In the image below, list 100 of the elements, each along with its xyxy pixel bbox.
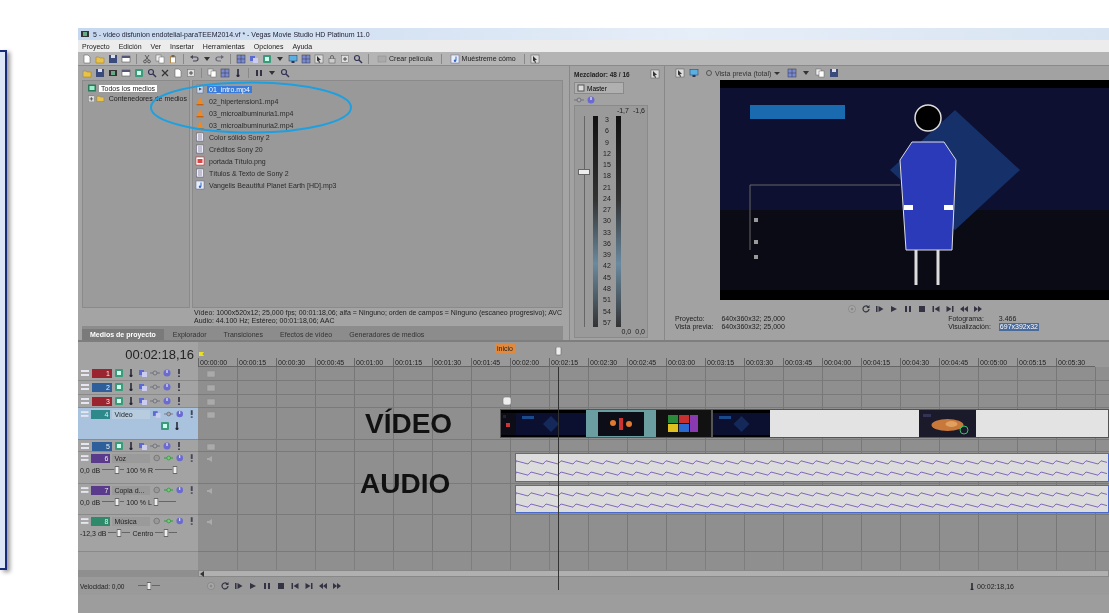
circle-icon [705,69,713,77]
slider-thumb[interactable] [116,529,122,537]
step-back-icon[interactable] [318,581,328,591]
caret-icon [773,69,782,77]
mute-icon[interactable] [175,453,185,463]
scroll-left-icon[interactable] [199,570,205,577]
overlay-icon[interactable] [787,68,798,78]
save-frame-icon[interactable] [829,68,840,78]
insert-icon[interactable] [675,68,685,78]
capture-icon[interactable] [108,68,118,78]
document-icon [195,144,205,154]
monitor-icon[interactable] [288,53,298,64]
grid-icon[interactable] [236,53,246,64]
help-pointer-icon[interactable] [529,53,540,64]
play-from-start-icon[interactable] [874,303,885,314]
play-from-start-icon[interactable] [234,581,244,591]
pause-icon[interactable] [902,303,913,314]
effects-icon[interactable] [114,368,124,378]
effects-icon[interactable] [114,441,124,451]
previous-icon[interactable] [290,581,300,591]
image-file-icon [195,156,205,166]
slider-thumb[interactable] [114,466,120,474]
slider-thumb[interactable] [164,529,169,537]
effects-icon[interactable] [262,53,272,64]
effects-icon[interactable] [134,68,144,78]
paste-icon[interactable] [168,53,178,64]
slider-thumb[interactable] [153,498,159,506]
audio-event[interactable] [515,485,1109,513]
play-icon[interactable] [248,581,258,591]
columns-icon[interactable] [254,68,264,78]
mute-icon[interactable] [175,516,185,526]
effects-icon[interactable] [114,396,124,406]
video-event[interactable] [712,409,1109,438]
slider-thumb[interactable] [146,582,152,590]
mute-icon[interactable] [162,382,172,392]
search-icon[interactable] [353,53,363,64]
step-back-icon[interactable] [958,303,969,314]
copy-icon[interactable] [207,68,217,78]
next-icon[interactable] [304,581,314,591]
composite-icon[interactable] [138,441,148,451]
audio-event[interactable] [515,453,1109,482]
playhead-handle[interactable] [555,347,562,356]
stop-icon[interactable] [916,303,927,314]
horizontal-scrollbar[interactable] [198,570,1109,577]
loop-icon[interactable] [220,581,230,591]
search-icon[interactable] [280,68,290,78]
fader-thumb[interactable] [578,169,590,176]
composite-icon[interactable] [138,396,148,406]
collapse-icon[interactable] [80,396,90,406]
previous-icon[interactable] [930,303,941,314]
step-forward-icon[interactable] [332,581,342,591]
expand-icon[interactable] [87,94,94,102]
collapse-icon[interactable] [80,453,90,463]
mute-icon[interactable] [162,368,172,378]
mute-icon[interactable] [586,94,596,105]
copy-frame-icon[interactable] [815,68,826,78]
folder-icon [96,93,105,103]
collapse-icon[interactable] [80,441,90,451]
collapse-icon[interactable] [80,368,90,378]
next-icon[interactable] [944,303,955,314]
mute-icon[interactable] [162,441,172,451]
loop-icon[interactable] [860,303,871,314]
collapse-icon[interactable] [80,485,90,495]
effects-icon[interactable] [114,382,124,392]
overlay-label: AUDIO [360,469,451,499]
monitor-icon[interactable] [689,68,699,78]
properties-icon[interactable] [173,68,183,78]
collapse-icon[interactable] [80,516,90,526]
stop-icon[interactable] [276,581,286,591]
pause-icon[interactable] [262,581,272,591]
mute-icon[interactable] [162,396,172,406]
composite-icon[interactable] [138,368,148,378]
save-icon[interactable] [95,68,105,78]
video-file-icon [195,84,205,94]
window-icon[interactable] [121,53,131,64]
document-icon [195,168,205,178]
undo-icon[interactable] [189,53,199,64]
composite-icon[interactable] [152,409,162,419]
mute-icon[interactable] [175,485,185,495]
marker-icon [967,582,975,590]
slider-thumb[interactable] [114,498,120,506]
play-icon[interactable] [888,303,899,314]
effects-icon[interactable] [160,421,170,431]
search-icon[interactable] [147,68,157,78]
insert-icon[interactable] [650,69,660,79]
delete-icon[interactable] [160,68,170,78]
step-forward-icon[interactable] [972,303,983,314]
new-file-icon[interactable] [82,53,92,64]
slider-thumb[interactable] [172,466,178,474]
save-icon[interactable] [108,53,118,64]
app-icon [80,29,90,39]
collapse-icon[interactable] [80,382,90,392]
copy-icon[interactable] [155,53,165,64]
video-event[interactable] [500,409,712,438]
layers-icon[interactable] [249,53,259,64]
window-icon[interactable] [121,68,131,78]
frame-icon [206,442,216,452]
composite-icon[interactable] [138,382,148,392]
cut-icon[interactable] [142,53,152,64]
pointer-icon[interactable] [314,53,324,64]
